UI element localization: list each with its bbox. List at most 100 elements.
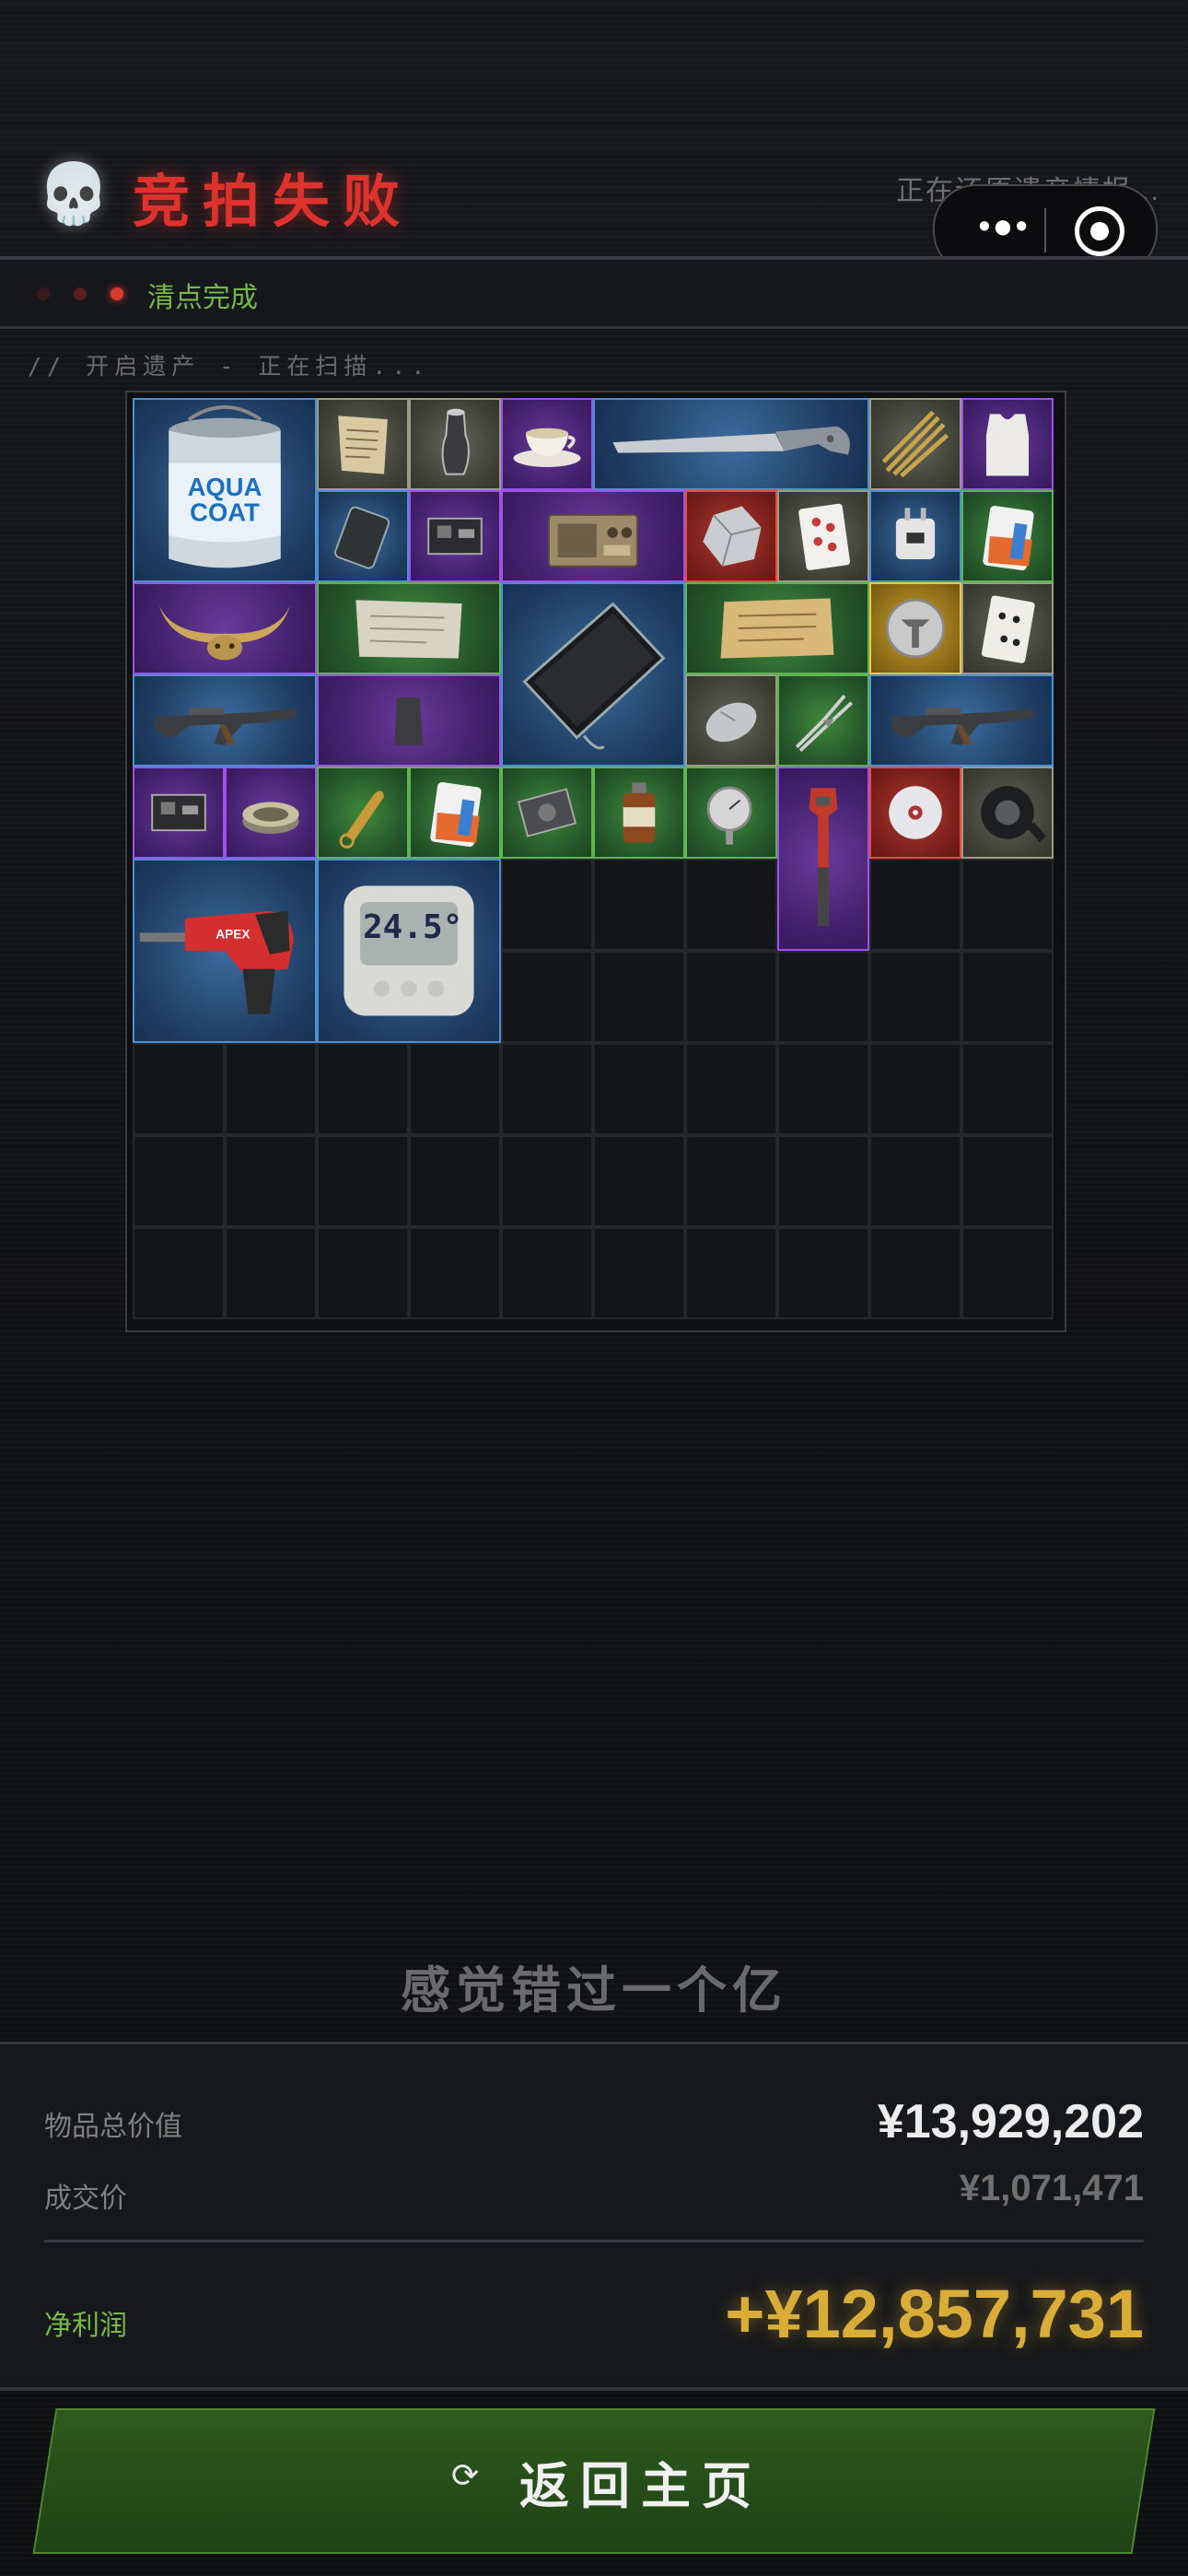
inventory-cell — [593, 951, 685, 1043]
item-rifle[interactable] — [869, 674, 1054, 767]
item-pipe-wrench[interactable] — [777, 767, 869, 951]
item-thermometer[interactable]: 24.5° — [317, 859, 501, 1043]
item-playing-card[interactable] — [777, 490, 869, 582]
inventory-cell — [225, 1135, 317, 1227]
pipe-wrench-icon — [809, 788, 838, 926]
item-paper-note[interactable] — [317, 398, 409, 490]
scan-log-text: // 开启遗产 - 正在扫描... — [28, 353, 431, 380]
rope-icon — [881, 410, 949, 478]
status-dot-active — [111, 287, 123, 300]
inventory-cell — [869, 1227, 961, 1319]
item-pressure-gauge[interactable] — [685, 767, 777, 859]
item-rope[interactable] — [869, 398, 961, 490]
item-old-paper[interactable] — [317, 582, 501, 674]
thermometer-readout: 24.5° — [363, 908, 463, 946]
return-home-label: 返回主页 — [519, 2459, 763, 2514]
inventory-cell — [685, 1135, 777, 1227]
inventory-cell — [869, 859, 961, 951]
status-text: 清点完成 — [147, 283, 258, 313]
item-pepper-grinder[interactable] — [409, 398, 501, 490]
inventory-cell — [409, 1043, 501, 1135]
item-hammer-drill[interactable]: APEX — [133, 859, 317, 1043]
refresh-icon: ⟳ — [451, 2456, 480, 2494]
net-profit-label: 净利润 — [44, 2311, 127, 2341]
tablet-icon — [522, 602, 666, 750]
pepper-grinder-icon — [441, 408, 470, 475]
item-bullet[interactable] — [317, 767, 409, 859]
item-circuit-board[interactable] — [133, 767, 225, 859]
result-header: 💀 竞拍失败 正在还原遗产情报... •●• — [0, 138, 1188, 275]
battery-icon — [983, 506, 1034, 571]
item-computer-mouse[interactable] — [685, 674, 777, 767]
rifle-icon — [891, 708, 1034, 745]
playing-card-clubs-icon — [981, 595, 1035, 663]
item-paint-can[interactable]: AQUA COAT — [133, 398, 317, 582]
inventory-cell — [501, 1043, 593, 1135]
item-saw-knife[interactable] — [593, 398, 869, 490]
item-playing-card[interactable] — [961, 582, 1054, 674]
item-radio[interactable] — [501, 490, 685, 582]
inventory-cell — [133, 1043, 225, 1135]
item-hard-drive[interactable] — [501, 767, 593, 859]
svg-text:APEX: APEX — [215, 927, 250, 941]
inventory-cell — [317, 1227, 409, 1319]
circuit-board-icon — [151, 793, 206, 832]
gold-medallion-icon — [885, 598, 946, 659]
inventory-cell — [317, 1043, 409, 1135]
inventory-cell — [685, 859, 777, 951]
target-circle-icon[interactable] — [1075, 206, 1124, 256]
disc-icon — [889, 786, 942, 839]
crystal-rock-icon — [703, 506, 762, 567]
horned-mask-icon — [158, 605, 291, 661]
inventory-cell — [501, 951, 593, 1043]
item-power-bank[interactable] — [317, 490, 409, 582]
duct-tape-icon — [981, 786, 1047, 842]
more-dots-icon[interactable]: •●• — [972, 208, 1036, 251]
inventory-cell — [869, 1135, 961, 1227]
inventory-cell — [409, 1227, 501, 1319]
deal-price-label: 成交价 — [44, 2184, 127, 2214]
item-crystal-rock[interactable] — [685, 490, 777, 582]
net-profit-value: +¥12,857,731 — [725, 2276, 1144, 2352]
inventory-cell — [685, 1227, 777, 1319]
status-dot — [74, 287, 87, 300]
item-pliers[interactable] — [777, 674, 869, 767]
inventory-cell — [225, 1043, 317, 1135]
inventory-cell — [133, 1227, 225, 1319]
item-duct-tape[interactable] — [961, 767, 1054, 859]
circuit-board-icon — [427, 517, 483, 556]
total-value: ¥13,929,202 — [877, 2095, 1144, 2149]
item-power-adapter[interactable] — [869, 490, 961, 582]
soap-bar-icon — [394, 697, 424, 745]
item-battery[interactable] — [409, 767, 501, 859]
item-rifle[interactable] — [133, 674, 317, 767]
medicine-bottle-icon — [623, 782, 656, 843]
old-paper-icon — [355, 600, 462, 659]
item-tin-can[interactable] — [225, 767, 317, 859]
return-home-button[interactable]: ⟳ 返回主页 — [32, 2408, 1156, 2554]
inventory-cell — [501, 1227, 593, 1319]
item-horned-mask[interactable] — [133, 582, 317, 674]
hard-drive-icon — [517, 788, 577, 837]
svg-text:COAT: COAT — [190, 498, 260, 526]
item-soap-bar[interactable] — [317, 674, 501, 767]
inventory-cell — [961, 1043, 1054, 1135]
digital-thermometer-icon — [344, 885, 474, 1016]
inventory-cell — [777, 1043, 869, 1135]
power-bank-icon — [334, 506, 390, 569]
item-battery[interactable] — [961, 490, 1054, 582]
item-disc[interactable] — [869, 767, 961, 859]
item-circuit-board[interactable] — [409, 490, 501, 582]
item-tablet[interactable] — [501, 582, 685, 767]
inventory-cell — [685, 951, 777, 1043]
item-medicine-bottle[interactable] — [593, 767, 685, 859]
item-teacup[interactable] — [501, 398, 593, 490]
inventory-cell — [593, 859, 685, 951]
computer-mouse-icon — [705, 702, 757, 743]
inventory-cell — [869, 951, 961, 1043]
inventory-cell — [869, 1043, 961, 1135]
item-parchment[interactable] — [685, 582, 869, 674]
item-gold-medallion[interactable] — [869, 582, 961, 674]
item-tank-top[interactable] — [961, 398, 1054, 490]
inventory-cell — [593, 1043, 685, 1135]
